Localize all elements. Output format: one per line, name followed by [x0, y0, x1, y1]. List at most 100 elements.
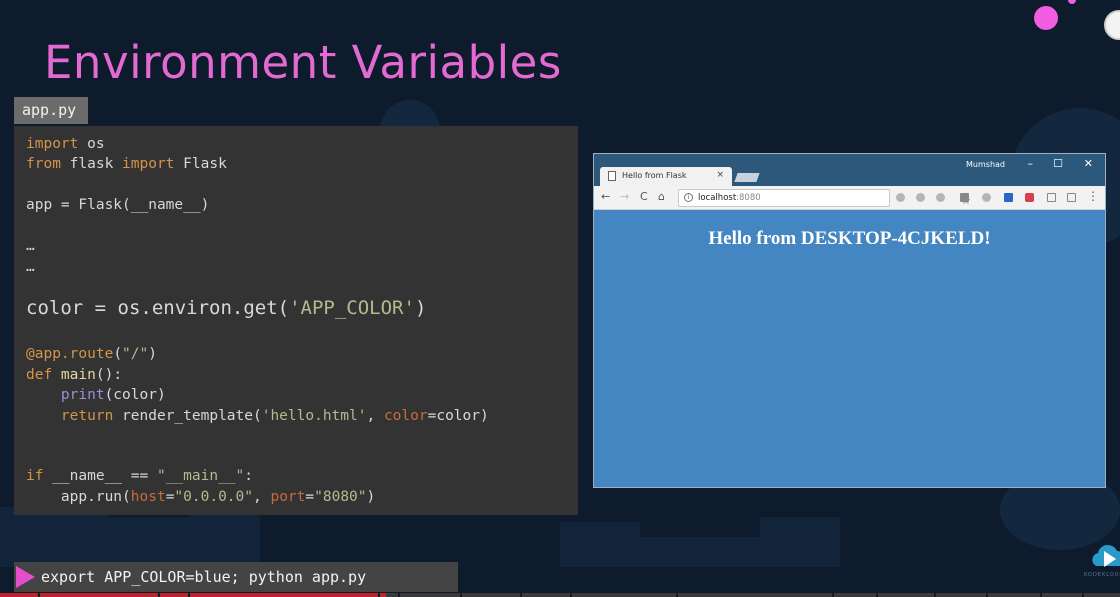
- code-token: color: [383, 408, 428, 424]
- code-token: app.run(: [26, 489, 131, 505]
- chapter-marker: [188, 593, 190, 597]
- bookmark-extension-icon[interactable]: [1004, 193, 1013, 202]
- code-token: …: [26, 259, 35, 275]
- chapter-marker: [1040, 593, 1042, 597]
- code-line: import os: [26, 136, 105, 152]
- chapter-marker: [520, 593, 522, 597]
- chapter-marker: [676, 593, 678, 597]
- file-name-tab: app.py: [14, 97, 88, 124]
- code-token: color = os.environ.get(: [26, 297, 290, 319]
- camera-icon[interactable]: [960, 193, 969, 202]
- info-icon[interactable]: i: [684, 193, 693, 202]
- address-bar[interactable]: i localhost:8080 ☆: [678, 189, 971, 207]
- code-line: if __name__ == "__main__":: [26, 468, 253, 484]
- slide-title: Environment Variables: [44, 36, 562, 89]
- cloud-play-logo-icon: [1092, 544, 1120, 567]
- chapter-marker: [378, 593, 380, 597]
- back-icon[interactable]: ←: [601, 190, 610, 203]
- terminal-command: export APP_COLOR=blue; python app.py: [41, 568, 367, 586]
- code-token: =: [305, 489, 315, 505]
- code-token: "8080": [314, 489, 367, 505]
- code-token: "__main__": [156, 468, 245, 484]
- code-line: @app.route("/"): [26, 346, 157, 362]
- code-token: 'APP_COLOR': [289, 297, 415, 319]
- tab-title: Hello from Flask: [622, 171, 687, 180]
- browser-window: Hello from Flask × Mumshad – ☐ ✕ ← → C ⌂…: [593, 153, 1106, 488]
- chapter-marker: [570, 593, 572, 597]
- close-tab-icon[interactable]: ×: [716, 170, 724, 180]
- new-tab-button[interactable]: [734, 173, 760, 182]
- reload-icon[interactable]: C: [640, 190, 648, 203]
- code-token: "0.0.0.0": [174, 489, 253, 505]
- code-line: app = Flask(__name__): [26, 197, 209, 213]
- code-token: __name__ ==: [43, 468, 157, 484]
- menu-icon[interactable]: ⋮: [1087, 189, 1099, 203]
- extension-icon[interactable]: [1047, 193, 1056, 202]
- code-token: from: [26, 156, 61, 172]
- code-token: (: [113, 346, 123, 362]
- code-token: import: [122, 156, 175, 172]
- page-icon: [608, 171, 616, 181]
- code-token: main: [52, 367, 96, 383]
- url-text: localhost:8080: [698, 190, 761, 206]
- code-token: print: [60, 387, 105, 403]
- code-line: def main():: [26, 367, 122, 383]
- extension-icon[interactable]: [916, 193, 925, 202]
- page-heading: Hello from DESKTOP-4CJKELD!: [708, 228, 991, 249]
- extension-icon[interactable]: [896, 193, 905, 202]
- code-token: …: [26, 238, 35, 254]
- terminal-command-bar: export APP_COLOR=blue; python app.py: [14, 562, 458, 592]
- browser-tab[interactable]: Hello from Flask ×: [600, 167, 732, 186]
- minimize-icon[interactable]: –: [1028, 157, 1034, 170]
- maximize-icon[interactable]: ☐: [1053, 157, 1063, 170]
- code-token: ():: [95, 367, 123, 383]
- code-token: "/": [122, 346, 149, 362]
- code-token: ): [366, 489, 376, 505]
- browser-toolbar: ← → C ⌂ i localhost:8080 ☆ ⋮: [594, 186, 1105, 210]
- progress-played: [0, 593, 387, 597]
- home-icon[interactable]: ⌂: [658, 190, 665, 203]
- forward-icon[interactable]: →: [620, 190, 629, 203]
- code-token: ,: [366, 408, 384, 424]
- code-token: os: [78, 136, 105, 152]
- code-line: from flask import Flask: [26, 156, 227, 172]
- chapter-marker: [1082, 593, 1084, 597]
- close-window-icon[interactable]: ✕: [1084, 157, 1093, 170]
- decorative-dot: [1034, 6, 1058, 30]
- video-progress-bar[interactable]: [0, 593, 1120, 597]
- code-line: app.run(host="0.0.0.0", port="8080"): [26, 489, 375, 505]
- extension-icon[interactable]: [982, 193, 991, 202]
- edit-icon[interactable]: [1067, 193, 1076, 202]
- code-token: port: [270, 489, 306, 505]
- code-token: render_template(: [113, 408, 262, 424]
- code-token: flask: [60, 156, 123, 172]
- code-token: 'hello.html': [261, 408, 367, 424]
- code-token: @app.route: [26, 346, 114, 362]
- url-host: localhost: [698, 193, 737, 203]
- pocket-icon[interactable]: [1025, 193, 1034, 202]
- chapter-marker: [398, 593, 400, 597]
- code-token: (color): [104, 387, 166, 403]
- code-line: …: [26, 259, 35, 275]
- code-token: :: [244, 468, 254, 484]
- code-token: app = Flask(__name__): [26, 197, 210, 213]
- code-token: return: [60, 408, 114, 424]
- code-line: color = os.environ.get('APP_COLOR'): [26, 297, 426, 319]
- code-line: …: [26, 238, 35, 254]
- chapter-marker: [934, 593, 936, 597]
- code-line: return render_template('hello.html', col…: [26, 408, 489, 424]
- code-token: import: [26, 136, 79, 152]
- code-line: print(color): [26, 387, 166, 403]
- extension-icon[interactable]: [936, 193, 945, 202]
- chapter-marker: [460, 593, 462, 597]
- code-editor-panel: import os from flask import Flask app = …: [14, 126, 578, 515]
- code-token: Flask: [174, 156, 227, 172]
- code-token: ): [414, 297, 427, 319]
- chapter-marker: [876, 593, 878, 597]
- profile-name[interactable]: Mumshad: [966, 160, 1005, 169]
- code-token: host: [130, 489, 166, 505]
- code-token: if: [26, 468, 44, 484]
- code-token: ,: [253, 489, 271, 505]
